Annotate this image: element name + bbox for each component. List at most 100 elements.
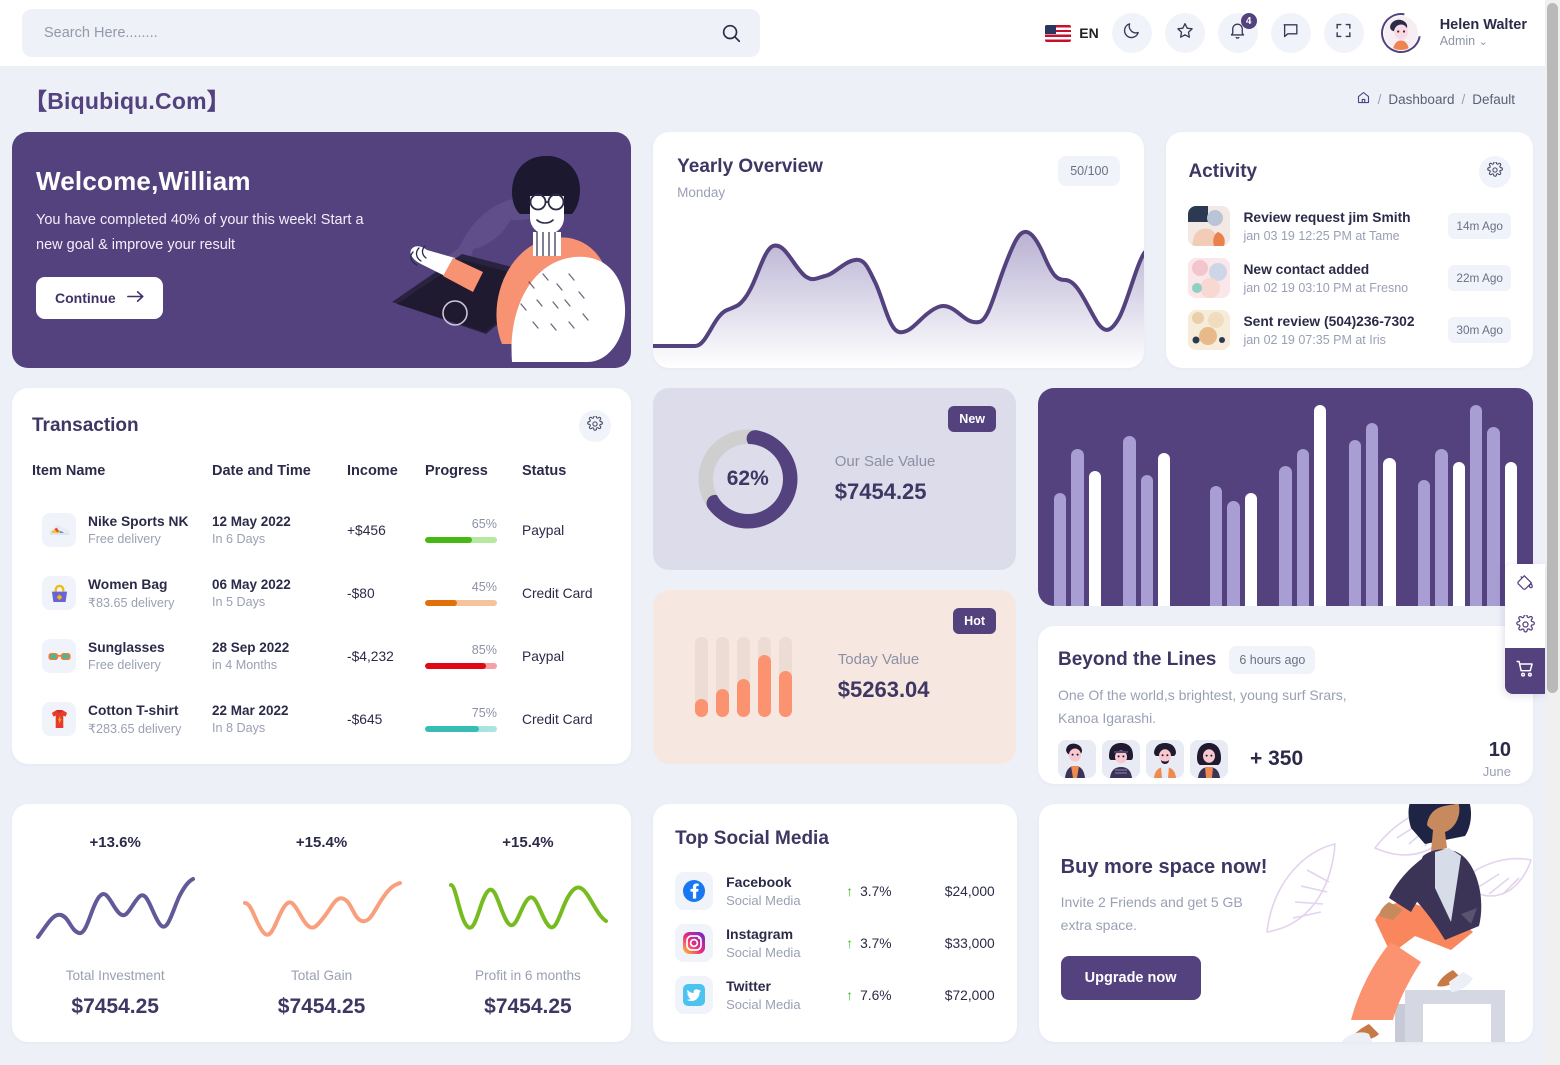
settings-button[interactable] xyxy=(1505,606,1545,648)
page-scrollbar[interactable] xyxy=(1545,0,1560,1065)
bookmark-button[interactable] xyxy=(1164,13,1205,53)
progress-fill xyxy=(425,663,487,669)
item-name: Sunglasses xyxy=(88,640,165,655)
fullscreen-icon xyxy=(1334,21,1353,45)
user-role: Admin ⌄ xyxy=(1439,34,1488,49)
list-item[interactable]: New contact added jan 02 19 03:10 PM at … xyxy=(1188,258,1511,298)
progress-label: 45% xyxy=(471,580,497,594)
bar xyxy=(1452,462,1465,606)
search-bar[interactable] xyxy=(22,9,760,57)
transaction-card: Transaction Item Name Date and Time Inco… xyxy=(12,388,631,764)
yearly-title: Yearly Overview xyxy=(677,156,823,177)
stat-label: Total Investment xyxy=(65,967,165,983)
social-percent: 3.7% xyxy=(860,935,892,951)
avatar[interactable] xyxy=(1190,740,1228,779)
cell-item: Women Bag ₹83.65 delivery xyxy=(32,565,212,621)
bar xyxy=(1140,475,1153,606)
bar xyxy=(1157,453,1171,606)
bar xyxy=(1313,405,1327,606)
fullscreen-button[interactable] xyxy=(1323,13,1364,53)
activity-thumbnail xyxy=(1188,258,1231,298)
cell-progress: 65% xyxy=(425,502,522,558)
notifications-button[interactable]: 4 xyxy=(1217,13,1258,53)
social-percent: 7.6% xyxy=(860,987,892,1003)
table-row[interactable]: Cotton T-shirt ₹283.65 delivery 22 Mar 2… xyxy=(32,691,611,747)
yearly-header: Yearly Overview Monday 50/100 xyxy=(653,132,1144,200)
cell-date: 28 Sep 2022 in 4 Months xyxy=(212,628,347,684)
activity-title-text: New contact added xyxy=(1243,261,1370,277)
beyond-footer: + 350 10 June xyxy=(1058,738,1511,780)
beyond-date: 10 June xyxy=(1483,738,1511,780)
bar xyxy=(1365,422,1379,606)
stat-value: $7454.25 xyxy=(484,994,572,1018)
item-date-sub: In 5 Days xyxy=(212,595,266,609)
cell-progress: 75% xyxy=(425,691,522,747)
table-row[interactable]: Women Bag ₹83.65 delivery 06 May 2022 In… xyxy=(32,565,611,621)
top-header: EN xyxy=(0,0,1545,66)
bar xyxy=(1123,435,1136,606)
buy-description: Invite 2 Friends and get 5 GB extra spac… xyxy=(1060,894,1243,933)
user-info[interactable]: Helen Walter Admin ⌄ xyxy=(1440,17,1527,48)
activity-thumbnail xyxy=(1188,310,1231,350)
twitter-icon xyxy=(675,976,714,1014)
avatar[interactable] xyxy=(1102,740,1140,779)
yearly-overview-chart xyxy=(653,229,1145,368)
avatar[interactable] xyxy=(1146,740,1184,779)
col-status: Status xyxy=(522,463,567,479)
home-icon[interactable] xyxy=(1356,90,1371,108)
item-date-sub: in 4 Months xyxy=(212,658,278,672)
item-status: Credit Card xyxy=(522,691,611,747)
search-input[interactable] xyxy=(44,25,720,41)
today-label: Today Value xyxy=(837,651,920,668)
bar xyxy=(1296,449,1309,606)
row-bottom: +13.6% Total Investment $7454.25 +15.4% xyxy=(12,804,1533,1042)
item-name: Women Bag xyxy=(88,576,168,592)
bar xyxy=(1435,449,1448,606)
search-icon[interactable] xyxy=(720,22,742,44)
bar xyxy=(1383,457,1396,606)
cell-date: 06 May 2022 In 5 Days xyxy=(212,565,347,621)
cart-button[interactable] xyxy=(1505,648,1545,694)
table-row[interactable]: Nike Sports NK Free delivery 12 May 2022… xyxy=(32,502,611,558)
messages-button[interactable] xyxy=(1270,13,1311,53)
upgrade-button[interactable]: Upgrade now xyxy=(1060,956,1201,1001)
item-income: +$456 xyxy=(347,502,425,558)
table-row[interactable]: Sunglasses Free delivery 28 Sep 2022 in … xyxy=(32,628,611,684)
bar xyxy=(1088,470,1101,606)
arrow-right-icon xyxy=(126,290,144,306)
activity-time: jan 02 19 03:10 PM at Fresno xyxy=(1243,280,1409,295)
activity-settings-button[interactable] xyxy=(1479,156,1511,188)
more-participants-count: + 350 xyxy=(1250,747,1304,771)
list-item[interactable]: Sent review (504)236-7302 jan 02 19 07:3… xyxy=(1188,310,1511,350)
avatar[interactable] xyxy=(1058,740,1096,779)
list-item[interactable]: Instagram Social Media ↑ 3.7% $33,000 xyxy=(675,924,995,962)
moon-icon xyxy=(1122,21,1141,45)
progress-bar xyxy=(425,600,497,606)
dark-mode-toggle[interactable] xyxy=(1111,13,1152,53)
breadcrumb-item-dashboard[interactable]: Dashboard xyxy=(1388,92,1454,107)
language-label[interactable]: EN xyxy=(1079,25,1098,41)
cart-icon xyxy=(1515,658,1536,684)
list-item[interactable]: Facebook Social Media ↑ 3.7% $24,000 xyxy=(675,872,995,910)
us-flag-icon[interactable] xyxy=(1045,24,1072,42)
avatar[interactable] xyxy=(1372,5,1429,61)
social-name: Twitter xyxy=(726,978,771,994)
bar xyxy=(715,637,729,717)
list-item[interactable]: Twitter Social Media ↑ 7.6% $72,000 xyxy=(675,976,995,1014)
progress-bar xyxy=(425,537,497,543)
dashboard-page: EN xyxy=(0,0,1560,1065)
item-date-sub: In 8 Days xyxy=(212,721,266,735)
scrollbar-thumb[interactable] xyxy=(1547,3,1558,693)
list-item[interactable]: Review request jim Smith jan 03 19 12:25… xyxy=(1188,206,1511,246)
sale-label: Our Sale Value xyxy=(834,453,936,470)
top-social-media-card: Top Social Media Facebook Social Media ↑… xyxy=(653,804,1017,1042)
theme-customizer-button[interactable] xyxy=(1505,564,1545,606)
chat-icon xyxy=(1281,21,1300,45)
social-amount: $24,000 xyxy=(944,883,995,899)
continue-button[interactable]: Continue xyxy=(36,277,163,320)
item-status: Credit Card xyxy=(522,565,611,621)
bar xyxy=(1227,501,1240,606)
transaction-settings-button[interactable] xyxy=(578,410,611,442)
gear-icon xyxy=(587,414,603,437)
beyond-date-number: 10 xyxy=(1488,739,1511,762)
